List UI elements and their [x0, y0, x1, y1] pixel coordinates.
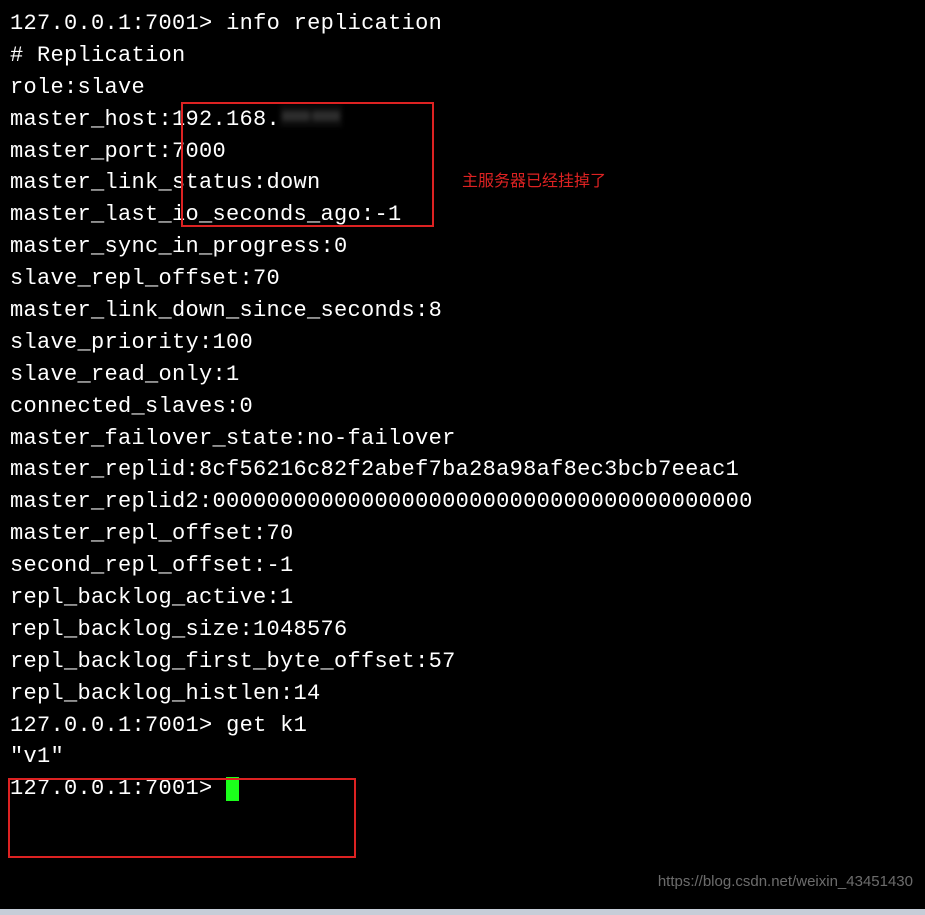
cursor-icon	[226, 777, 239, 801]
output-get-result: "v1"	[10, 741, 915, 773]
output-slave-priority: slave_priority:100	[10, 327, 915, 359]
output-slave-read-only: slave_read_only:1	[10, 359, 915, 391]
output-role: role:slave	[10, 72, 915, 104]
output-connected-slaves: connected_slaves:0	[10, 391, 915, 423]
output-master-repl-offset: master_repl_offset:70	[10, 518, 915, 550]
prompt: 127.0.0.1:7001>	[10, 713, 213, 738]
output-master-replid2: master_replid2:0000000000000000000000000…	[10, 486, 915, 518]
output-master-last-io: master_last_io_seconds_ago:-1	[10, 199, 915, 231]
annotation-text: 主服务器已经挂掉了	[462, 170, 606, 193]
redacted-ip	[280, 105, 342, 127]
output-master-host: master_host:192.168.	[10, 104, 915, 136]
output-repl-backlog-histlen: repl_backlog_histlen:14	[10, 678, 915, 710]
command-info: info replication	[226, 11, 442, 36]
output-header: # Replication	[10, 40, 915, 72]
prompt: 127.0.0.1:7001>	[10, 11, 213, 36]
output-second-repl-offset: second_repl_offset:-1	[10, 550, 915, 582]
command-get: get k1	[226, 713, 307, 738]
window-border-bottom	[0, 909, 925, 915]
prompt-line-3[interactable]: 127.0.0.1:7001>	[10, 773, 915, 805]
output-master-replid: master_replid:8cf56216c82f2abef7ba28a98a…	[10, 454, 915, 486]
output-repl-backlog-first-byte-offset: repl_backlog_first_byte_offset:57	[10, 646, 915, 678]
prompt: 127.0.0.1:7001>	[10, 776, 213, 801]
output-repl-backlog-active: repl_backlog_active:1	[10, 582, 915, 614]
output-master-link-down-since: master_link_down_since_seconds:8	[10, 295, 915, 327]
output-master-failover-state: master_failover_state:no-failover	[10, 423, 915, 455]
prompt-line-2[interactable]: 127.0.0.1:7001> get k1	[10, 710, 915, 742]
watermark-text: https://blog.csdn.net/weixin_43451430	[658, 871, 913, 893]
prompt-line-1[interactable]: 127.0.0.1:7001> info replication	[10, 8, 915, 40]
output-slave-repl-offset: slave_repl_offset:70	[10, 263, 915, 295]
output-repl-backlog-size: repl_backlog_size:1048576	[10, 614, 915, 646]
output-master-port: master_port:7000	[10, 136, 915, 168]
output-master-sync: master_sync_in_progress:0	[10, 231, 915, 263]
